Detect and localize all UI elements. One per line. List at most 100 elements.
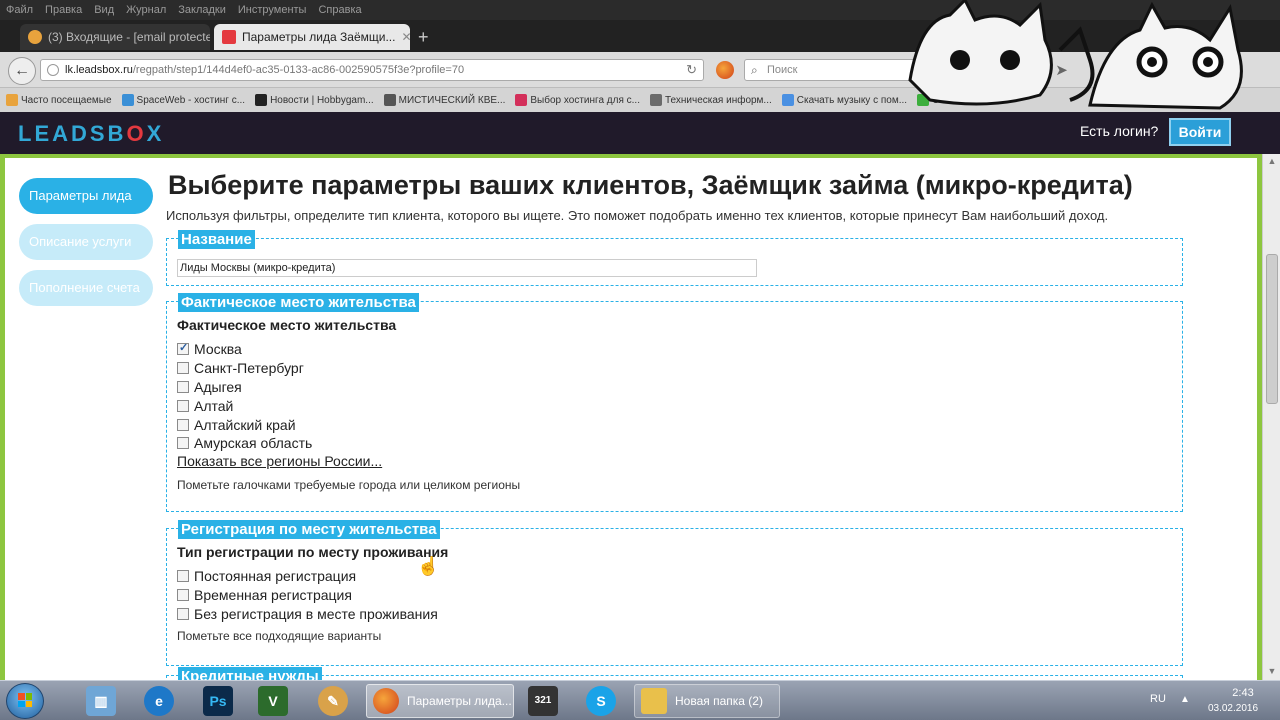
tab-lead-params[interactable]: Параметры лида Заёмщи... ✕: [214, 24, 410, 50]
bookmark-item[interactable]: SpaceWeb - хостинг с...: [121, 94, 245, 106]
bookmark-item[interactable]: Новости | Hobbygam...: [255, 94, 374, 106]
reload-icon[interactable]: ↻: [686, 62, 697, 78]
scroll-up-icon[interactable]: ▲: [1266, 156, 1278, 168]
checkbox[interactable]: [177, 362, 189, 374]
checkbox[interactable]: [177, 570, 189, 582]
menu-view[interactable]: Вид: [94, 4, 114, 16]
menu-bar: Файл Правка Вид Журнал Закладки Инструме…: [0, 0, 1280, 20]
share-icon[interactable]: ➤: [1055, 61, 1068, 79]
home-icon[interactable]: ⌂: [1036, 61, 1045, 79]
lead-name-input[interactable]: Лиды Москвы (микро-кредита): [177, 259, 757, 277]
show-all-regions-link[interactable]: Показать все регионы России...: [177, 453, 382, 469]
address-bar[interactable]: lk.leadsbox.ru /regpath/step1/144d4ef0-a…: [40, 59, 704, 81]
checkbox[interactable]: [177, 608, 189, 620]
gta-icon[interactable]: V: [258, 686, 288, 716]
download-icon[interactable]: ⬇: [1014, 61, 1027, 79]
tab-inbox[interactable]: (3) Входящие - [email protected]... ✕: [20, 24, 210, 50]
tab-title: (3) Входящие - [email protected]...: [48, 30, 210, 44]
page-scrollbar[interactable]: ▲ ▼: [1262, 154, 1280, 680]
menu-file[interactable]: Файл: [6, 4, 33, 16]
registration-option-none[interactable]: Без регистрация в месте проживания: [177, 605, 438, 623]
bookmark-icon: [6, 94, 18, 106]
start-button[interactable]: [6, 683, 44, 719]
skype-icon[interactable]: S: [586, 686, 616, 716]
checkbox[interactable]: [177, 381, 189, 393]
checkbox[interactable]: [177, 437, 189, 449]
region-option-spb[interactable]: Санкт-Петербург: [177, 359, 304, 377]
leadsbox-logo[interactable]: LEADSBOX: [18, 121, 164, 147]
menu-history[interactable]: Журнал: [126, 4, 166, 16]
region-option-altai-krai[interactable]: Алтайский край: [177, 416, 296, 434]
checkbox[interactable]: [177, 400, 189, 412]
bookmark-icon: [781, 94, 794, 106]
checkbox[interactable]: [177, 419, 189, 431]
sidenav-item-lead-params[interactable]: Параметры лида: [19, 178, 153, 214]
login-question: Есть логин?: [1080, 123, 1159, 139]
leadsbox-favicon-icon: [222, 30, 236, 44]
region-option-altai[interactable]: Алтай: [177, 397, 233, 415]
sidenav-item-balance-topup[interactable]: Пополнение счета: [19, 270, 153, 306]
group-label: Тип регистрации по месту проживания: [177, 544, 449, 560]
taskbar-window-firefox[interactable]: Параметры лида...: [366, 684, 514, 718]
registration-option-permanent[interactable]: Постоянная регистрация: [177, 567, 356, 585]
url-path: /regpath/step1/144d4ef0-ac35-0133-ac86-0…: [132, 64, 465, 76]
section-legend: Кредитные нужды: [178, 667, 322, 680]
menu-bookmarks[interactable]: Закладки: [178, 4, 226, 16]
registration-option-temporary[interactable]: Временная регистрация: [177, 586, 352, 604]
firefox-icon[interactable]: [716, 61, 734, 79]
bookmark-icon: [515, 94, 528, 106]
section-hint: Пометьте галочками требуемые города или …: [177, 478, 521, 492]
menu-edit[interactable]: Правка: [45, 4, 82, 16]
navigation-bar: ← lk.leadsbox.ru /regpath/step1/144d4ef0…: [0, 52, 1280, 88]
star-icon[interactable]: ☆: [966, 61, 979, 79]
taskbar-window-folder[interactable]: Новая папка (2): [634, 684, 780, 718]
bookmark-icon: [917, 94, 930, 106]
bookmark-item[interactable]: Список сервисов: [917, 94, 1011, 106]
clock-date[interactable]: 03.02.2016: [1198, 703, 1268, 714]
windows-taskbar: ▥ e Ps V ✎ Параметры лида... 321 S Новая…: [0, 680, 1280, 720]
explorer-shortcut-icon[interactable]: ▥: [86, 686, 116, 716]
close-icon[interactable]: ✕: [401, 30, 410, 44]
page-subtitle: Используя фильтры, определите тип клиент…: [166, 208, 1109, 223]
region-option-adygea[interactable]: Адыгея: [177, 378, 242, 396]
section-legend: Название: [178, 230, 255, 249]
toolbar-icons: ☆ ▤ ⬇ ⌂ ➤: [966, 61, 1068, 79]
checkbox[interactable]: [177, 341, 189, 355]
paint-icon[interactable]: ✎: [318, 686, 348, 716]
photoshop-icon[interactable]: Ps: [203, 686, 233, 716]
checkbox[interactable]: [177, 589, 189, 601]
registration-section: Регистрация по месту жительства Тип реги…: [166, 520, 1183, 666]
menu-tools[interactable]: Инструменты: [238, 4, 307, 16]
page-title: Выберите параметры ваших клиентов, Заёмщ…: [168, 170, 1133, 200]
sidenav-item-service-description[interactable]: Описание услуги: [19, 224, 153, 260]
language-indicator[interactable]: RU: [1150, 693, 1166, 705]
scroll-down-icon[interactable]: ▼: [1266, 666, 1278, 678]
region-option-moscow[interactable]: Москва: [177, 340, 242, 358]
search-input[interactable]: ⌕ Поиск: [744, 59, 954, 81]
tray-expand-icon[interactable]: ▲: [1180, 694, 1190, 705]
menu-help[interactable]: Справка: [318, 4, 361, 16]
scroll-thumb[interactable]: [1266, 254, 1278, 404]
bookmark-item[interactable]: Часто посещаемые: [6, 94, 112, 106]
clock-time[interactable]: 2:43: [1218, 687, 1268, 699]
new-tab-icon[interactable]: +: [418, 27, 429, 48]
bookmarks-bar: Часто посещаемые SpaceWeb - хостинг с...…: [0, 88, 1280, 112]
section-legend: Фактическое место жительства: [178, 293, 419, 312]
bookmarks-icon[interactable]: ▤: [989, 61, 1003, 79]
windows-logo-icon: [18, 693, 32, 707]
hand-cursor-icon: ☝: [417, 556, 440, 576]
step-navigation: Параметры лида Описание услуги Пополнени…: [19, 178, 153, 316]
internet-explorer-icon[interactable]: e: [144, 686, 174, 716]
login-button[interactable]: Войти: [1169, 118, 1231, 146]
page-content: Параметры лида Описание услуги Пополнени…: [5, 158, 1257, 680]
media-player-icon[interactable]: 321: [528, 686, 558, 716]
bookmark-item[interactable]: МИСТИЧЕСКИЙ КВЕ...: [383, 94, 505, 106]
bookmark-item[interactable]: Выбор хостинга для с...: [515, 94, 640, 106]
bookmark-icon: [649, 94, 662, 106]
url-host: lk.leadsbox.ru: [65, 64, 133, 76]
bookmark-item[interactable]: Техническая информ...: [649, 94, 772, 106]
region-option-amur[interactable]: Амурская область: [177, 434, 312, 452]
mail-icon: [28, 30, 42, 44]
back-arrow-icon[interactable]: ←: [8, 57, 36, 85]
bookmark-item[interactable]: Скачать музыку с пом...: [781, 94, 907, 106]
